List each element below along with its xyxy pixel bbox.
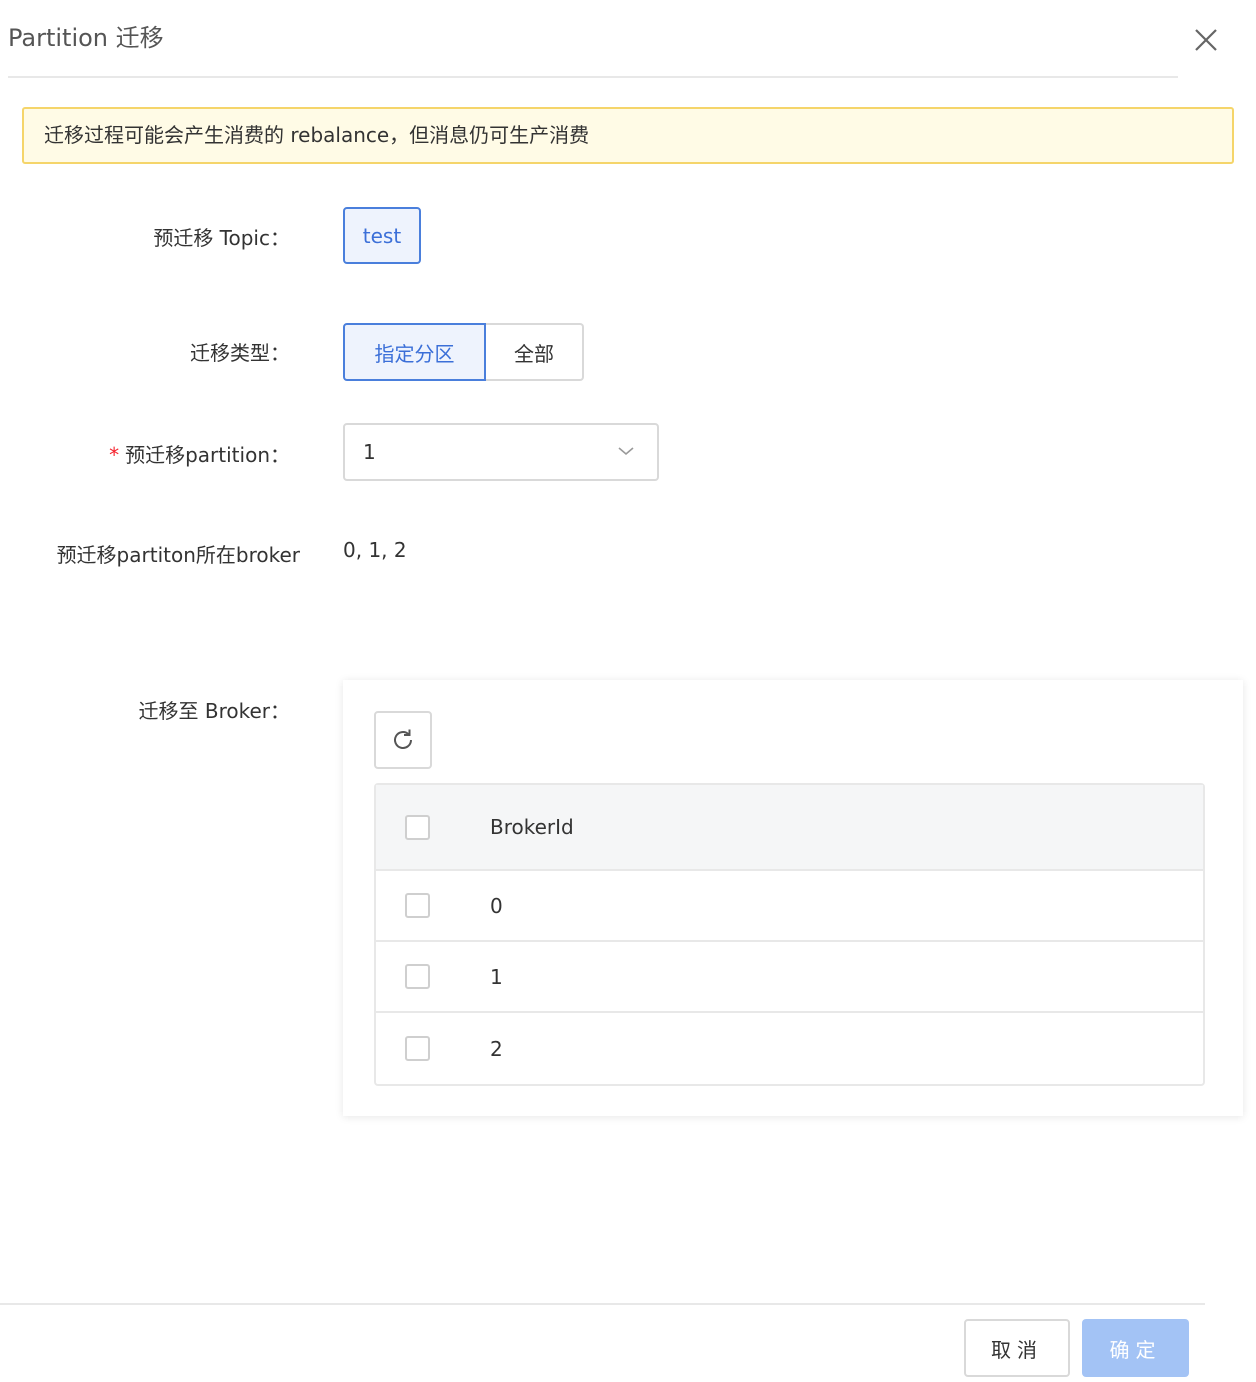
header-divider [8,76,1178,78]
refresh-icon [394,729,412,749]
partition-select[interactable]: 1 [343,423,659,481]
chevron-down-icon [618,447,634,456]
topic-tag[interactable]: test [343,207,421,264]
warning-alert: 迁移过程可能会产生消费的 rebalance，但消息仍可生产消费 [22,107,1234,164]
target-broker-label: 迁移至 Broker： [138,699,291,723]
broker-panel: BrokerId 0 1 2 [343,680,1243,1116]
radio-specified-partition[interactable]: 指定分区 [343,323,486,381]
table-row[interactable]: 1 [376,942,1203,1013]
source-broker-value: 0, 1, 2 [343,538,407,562]
broker-id-cell: 2 [490,1036,503,1061]
source-broker-label: 预迁移partiton所在broker [56,543,300,567]
radio-all[interactable]: 全部 [486,323,584,381]
confirm-button[interactable]: 确定 [1082,1319,1189,1377]
refresh-button[interactable] [374,711,432,769]
migration-type-radio-group: 指定分区 全部 [343,323,584,381]
table-row[interactable]: 2 [376,1013,1203,1084]
partition-select-value: 1 [363,440,376,464]
topic-label: 预迁移 Topic： [153,226,290,250]
select-all-checkbox[interactable] [405,814,430,840]
row-checkbox[interactable] [405,964,430,989]
partition-label-text: 预迁移partition： [125,443,290,467]
row-checkbox[interactable] [405,1036,430,1061]
table-row[interactable]: 0 [376,871,1203,942]
partition-label: * 预迁移partition： [60,439,290,468]
cancel-button[interactable]: 取消 [964,1319,1070,1377]
modal-title: Partition 迁移 [8,24,164,52]
broker-id-cell: 0 [490,893,503,918]
row-checkbox[interactable] [405,893,430,918]
migration-type-label: 迁移类型： [190,341,290,365]
table-header: BrokerId [376,785,1203,871]
footer-divider [0,1303,1205,1305]
broker-table: BrokerId 0 1 2 [374,783,1205,1086]
close-icon[interactable] [1188,22,1224,58]
broker-id-cell: 1 [490,964,503,989]
required-mark: * [109,443,120,467]
column-header-brokerid: BrokerId [490,815,574,839]
